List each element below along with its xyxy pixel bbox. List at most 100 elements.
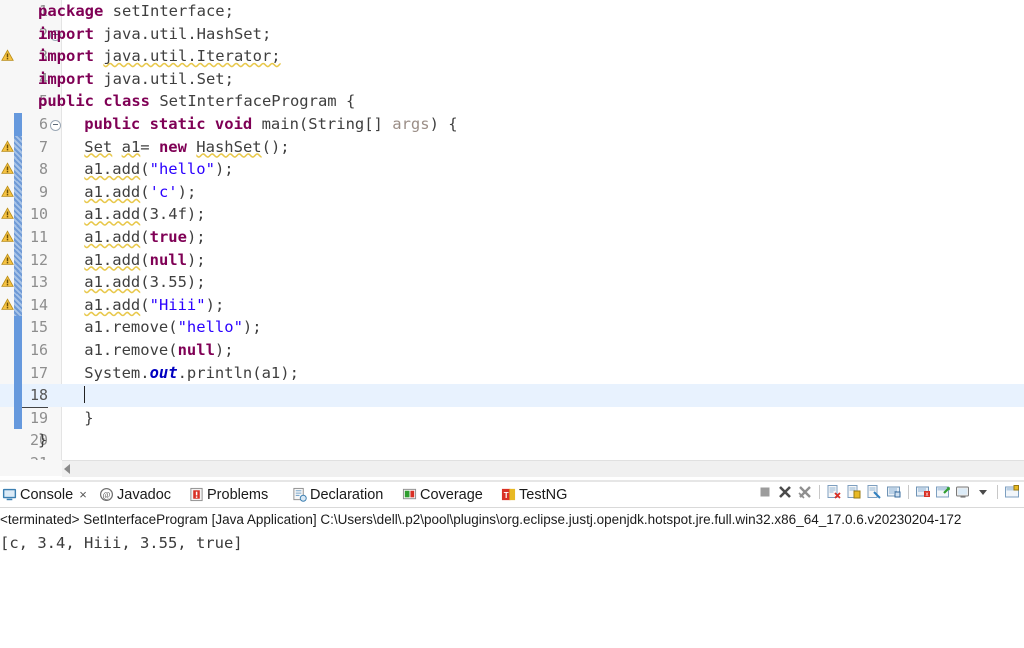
code-line[interactable]: 13 a1.add(3.55); (0, 271, 1024, 294)
change-bar (14, 406, 22, 430)
text-cursor (84, 386, 86, 404)
change-bar (14, 338, 22, 362)
console-dropdown-arrow[interactable] (975, 484, 991, 500)
change-bar (14, 225, 22, 249)
remove-all-launches-button[interactable] (846, 484, 862, 500)
code-line[interactable]: 12 a1.add(null); (0, 248, 1024, 272)
open-console-button[interactable] (1004, 484, 1020, 500)
eclipse-ide-window: 1 package setInterface; 2 import java.util.… (0, 0, 1024, 648)
close-icon[interactable]: × (79, 484, 87, 506)
console-toolbar[interactable]: x (755, 483, 1022, 505)
code-line[interactable]: 15 a1.remove("hello"); (0, 316, 1024, 339)
code-line[interactable]: 21 (0, 452, 1024, 460)
warning-marker-icon[interactable] (0, 249, 14, 272)
tab-label: Console (20, 487, 74, 504)
warning-marker-icon[interactable] (0, 226, 14, 249)
editor-horizontal-scrollbar[interactable] (62, 460, 1024, 477)
change-bar (14, 316, 22, 339)
warning-marker-icon[interactable] (0, 45, 14, 68)
change-bar (14, 180, 22, 204)
warning-marker-icon[interactable] (0, 136, 14, 159)
svg-text:@: @ (103, 490, 111, 500)
line-number: 8 (38, 160, 48, 179)
code-line[interactable]: 17 System.out.println(a1); (0, 361, 1024, 385)
change-bar (14, 293, 22, 317)
tab-label: Javadoc (117, 487, 172, 504)
scrollbar-corner (0, 460, 62, 476)
tab-coverage[interactable]: Coverage (402, 484, 483, 506)
code-line-text: a1.add(3.4f); (84, 205, 206, 224)
code-line[interactable]: 19} (0, 406, 1024, 430)
code-line-text: import java.util.Iterator; (38, 47, 281, 66)
word-wrap-button[interactable]: x (915, 484, 931, 500)
code-line-text: import java.util.HashSet; (38, 24, 272, 43)
display-selected-console-button[interactable] (955, 484, 971, 500)
testng-icon: T (501, 487, 516, 502)
code-line[interactable]: 5 public class SetInterfaceProgram { (0, 90, 1024, 113)
change-bar (14, 271, 22, 294)
line-number: 21 (22, 452, 48, 460)
java-editor[interactable]: 1 package setInterface; 2 import java.util.… (0, 0, 1024, 460)
warning-marker-icon[interactable] (0, 158, 14, 181)
code-area[interactable]: 1 package setInterface; 2 import java.util.… (0, 0, 1024, 460)
code-line-text: a1.add("hello"); (84, 160, 234, 179)
change-bar (14, 203, 22, 226)
tab-label: Declaration (310, 487, 384, 504)
remove-launch-button[interactable] (826, 484, 842, 500)
warning-marker-icon[interactable] (0, 271, 14, 294)
code-line[interactable]: 18 (0, 384, 1024, 408)
code-line[interactable]: 9 a1.add('c'); (0, 180, 1024, 204)
fold-collapse-icon[interactable] (50, 119, 61, 131)
remove-all-terminated-button[interactable] (797, 484, 813, 500)
line-number: 16 (29, 340, 48, 359)
declaration-icon (292, 487, 307, 502)
terminate-button[interactable] (757, 484, 773, 500)
clear-console-button[interactable] (866, 484, 882, 500)
code-line[interactable]: 10 a1.add(3.4f); (0, 203, 1024, 226)
code-line[interactable]: 4 import java.util.Set; (0, 68, 1024, 91)
toolbar-separator (908, 484, 909, 499)
code-line[interactable]: 14 a1.add("Hiii"); (0, 293, 1024, 317)
console-output-text: [c, 3.4, Hiii, 3.55, true] (0, 534, 243, 552)
tab-testng[interactable]: T TestNG (501, 484, 567, 506)
code-line-text: System.out.println(a1); (84, 363, 299, 382)
code-line-text (84, 384, 86, 407)
code-line-text: a1.add('c'); (84, 182, 197, 201)
code-line[interactable]: 2 import java.util.HashSet; (0, 23, 1024, 46)
line-number: 13 (29, 273, 48, 292)
svg-text:x: x (926, 492, 929, 498)
tab-console[interactable]: Console × (2, 484, 87, 506)
problems-icon (189, 487, 204, 502)
code-line[interactable]: 16 a1.remove(null); (0, 338, 1024, 362)
code-line[interactable]: 20} (0, 429, 1024, 452)
code-line[interactable]: 7 Set a1= new HashSet(); (0, 135, 1024, 159)
code-line[interactable]: 1 package setInterface; (0, 0, 1024, 23)
javadoc-at-icon: @ (99, 487, 114, 502)
tab-javadoc[interactable]: @ Javadoc (99, 484, 171, 506)
terminate-all-button[interactable] (777, 484, 793, 500)
warning-marker-icon[interactable] (0, 203, 14, 226)
code-line-text: } (84, 408, 94, 427)
line-number: 10 (29, 205, 48, 224)
console-terminated-label: <terminated> SetInterfaceProgram [Java A… (0, 512, 962, 527)
code-line-text: } (38, 431, 48, 450)
line-number: 14 (29, 295, 48, 314)
code-line[interactable]: 6 public static void main(String[] args) … (0, 112, 1024, 136)
code-line-text: a1.add(true); (84, 227, 206, 246)
pin-console-button[interactable] (935, 484, 951, 500)
code-line[interactable]: 8 a1.add("hello"); (0, 158, 1024, 181)
scroll-left-arrow-icon[interactable] (64, 464, 70, 474)
scroll-lock-button[interactable] (886, 484, 902, 500)
line-number: 11 (29, 227, 48, 246)
warning-marker-icon[interactable] (0, 294, 14, 317)
code-line[interactable]: 11 a1.add(true); (0, 225, 1024, 249)
code-line-text: public class SetInterfaceProgram { (38, 92, 356, 111)
warning-marker-icon[interactable] (0, 181, 14, 204)
change-bar (14, 135, 22, 159)
change-bar (14, 384, 22, 407)
panel-divider (0, 480, 1024, 482)
tab-problems[interactable]: Problems (189, 484, 268, 506)
code-line-text: import java.util.Set; (38, 69, 234, 88)
tab-declaration[interactable]: Declaration (292, 484, 383, 506)
code-line[interactable]: 3 import java.util.Iterator; (0, 45, 1024, 68)
